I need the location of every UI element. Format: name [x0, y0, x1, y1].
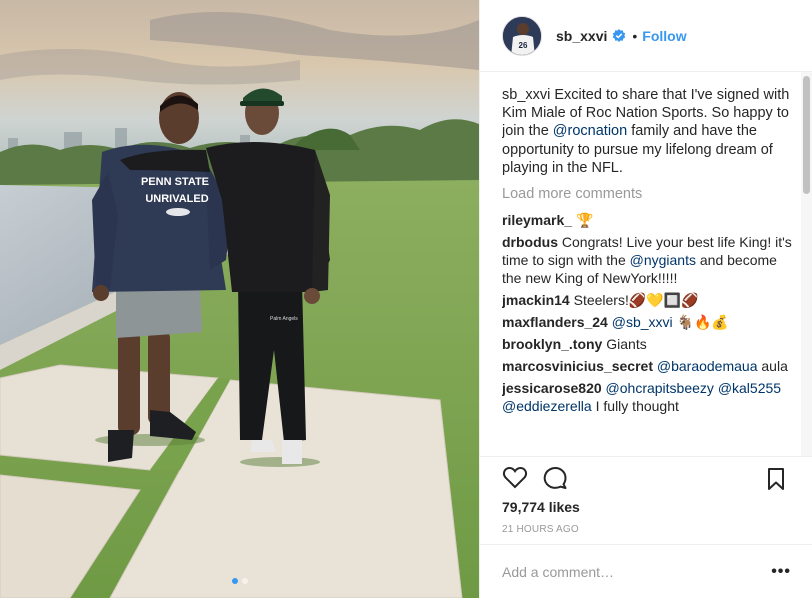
add-comment-bar: •••: [480, 544, 812, 598]
caption-username[interactable]: sb_xxvi: [502, 87, 550, 103]
hoodie-text-1: PENN STATE: [141, 176, 209, 188]
verified-badge-icon: [613, 28, 626, 42]
comment-text: 🏆: [572, 212, 594, 229]
comments-list: sb_xxvi Excited to share that I've signe…: [502, 86, 792, 456]
carousel-dot-1[interactable]: [231, 578, 238, 584]
comment-item: maxflanders_24 @sb_xxvi 🐐🔥💰: [502, 313, 792, 331]
hoodie-text-2: UNRIVALED: [145, 193, 208, 205]
heart-icon[interactable]: [502, 465, 528, 491]
post-username[interactable]: sb_xxvi: [556, 28, 607, 44]
comment-username[interactable]: rileymark_: [502, 212, 572, 228]
post-sidebar: 26 sb_xxvi • Follow sb_xxvi Excited to s…: [479, 0, 812, 598]
comment-username[interactable]: jmackin14: [502, 292, 570, 308]
comment-item: drbodus Congrats! Live your best life Ki…: [502, 233, 792, 287]
photo-illustration: PENN STATE UNRIVALED Palm Angels: [0, 0, 479, 598]
comment-item: jessicarose820 @ohcrapitsbeezy @kal5255 …: [502, 379, 792, 415]
likes-count[interactable]: 79,774 likes: [502, 499, 580, 515]
avatar-image: 26: [503, 16, 541, 55]
post-photo[interactable]: PENN STATE UNRIVALED Palm Angels: [0, 0, 479, 598]
bookmark-icon[interactable]: [763, 466, 789, 492]
carousel-indicator: [0, 578, 479, 584]
comment-username[interactable]: maxflanders_24: [502, 314, 608, 330]
caption-mention[interactable]: @rocnation: [553, 123, 627, 139]
comment-username[interactable]: drbodus: [502, 234, 558, 250]
comments-scrollbar[interactable]: [801, 72, 812, 456]
comment-item: marcosvinicius_secret @baraodemaua aula: [502, 357, 792, 375]
separator-dot: •: [632, 27, 638, 44]
comment-username[interactable]: jessicarose820: [502, 380, 602, 396]
comment-mention[interactable]: @kal5255: [718, 380, 781, 396]
comment-mention[interactable]: @ohcrapitsbeezy: [606, 380, 714, 396]
action-icons: [502, 465, 568, 491]
comment-icon[interactable]: [542, 465, 568, 491]
jersey-number: 26: [519, 41, 528, 50]
comment-text: aula: [757, 358, 788, 375]
comment-username[interactable]: brooklyn_.tony: [502, 336, 602, 352]
more-options-button[interactable]: •••: [771, 563, 791, 581]
comment-mention[interactable]: @baraodemaua: [657, 358, 758, 374]
comment-text: Giants: [602, 336, 647, 353]
scrollbar-thumb[interactable]: [803, 76, 810, 194]
comment-item: jmackin14 Steelers!🏈💛🔲🏈: [502, 291, 792, 309]
comment-item: brooklyn_.tony Giants: [502, 335, 792, 353]
comment-input[interactable]: [502, 563, 772, 580]
follow-button[interactable]: Follow: [642, 28, 686, 44]
avatar[interactable]: 26: [502, 15, 542, 56]
comment-item: rileymark_ 🏆: [502, 211, 792, 229]
comment-text: 🐐🔥💰: [672, 314, 729, 331]
post-header: 26 sb_xxvi • Follow: [480, 0, 812, 72]
load-more-comments-button[interactable]: Load more comments: [502, 185, 792, 203]
comment-mention[interactable]: @eddiezerella: [502, 398, 592, 414]
carousel-dot-2[interactable]: [241, 578, 248, 584]
post-timestamp[interactable]: 21 HOURS AGO: [502, 524, 579, 535]
comment-text: Steelers!🏈💛🔲🏈: [569, 292, 699, 309]
comment-mention[interactable]: @nygiants: [630, 252, 696, 268]
comment-mention[interactable]: @sb_xxvi: [612, 314, 673, 330]
comment-text: I fully thought: [591, 398, 679, 415]
pants-text: Palm Angels: [270, 316, 298, 322]
post-caption: sb_xxvi Excited to share that I've signe…: [502, 86, 792, 177]
comment-username[interactable]: marcosvinicius_secret: [502, 358, 653, 374]
post-actions: 79,774 likes 21 HOURS AGO: [480, 456, 812, 544]
